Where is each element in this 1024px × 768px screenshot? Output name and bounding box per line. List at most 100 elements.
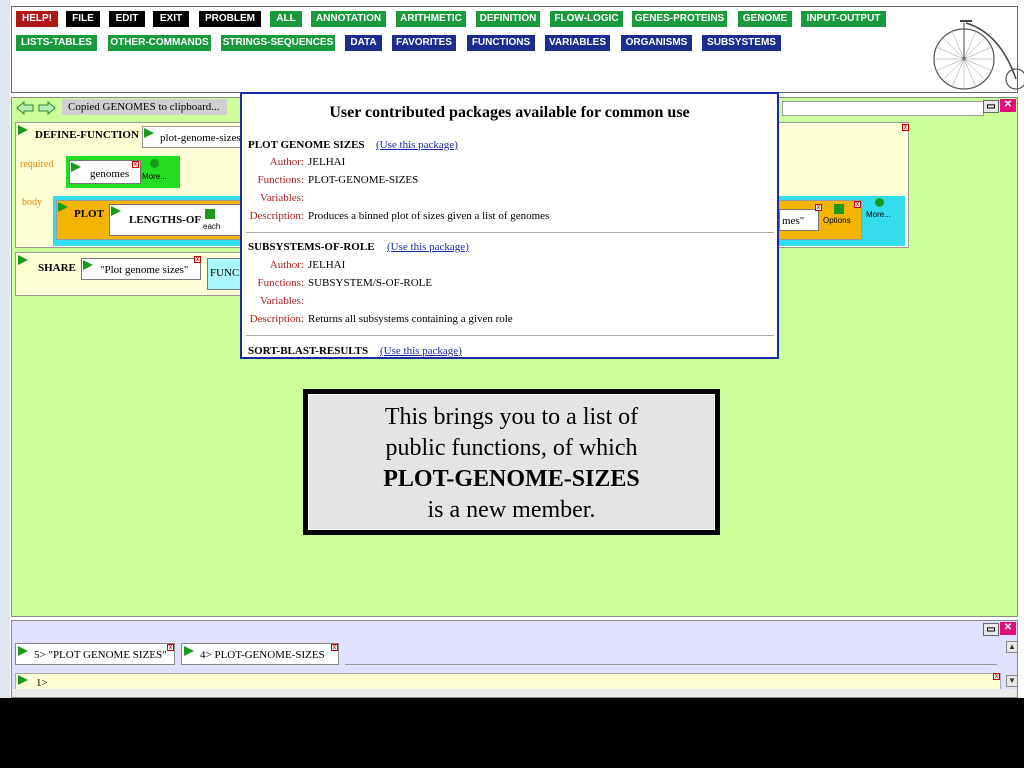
penny-farthing-bicycle-icon	[933, 20, 1024, 90]
genomes-param[interactable]: genomes x	[69, 160, 141, 184]
separator	[246, 335, 774, 336]
options-arrow-icon[interactable]	[834, 204, 844, 214]
more-circle-icon[interactable]	[875, 198, 884, 207]
green-flag-icon[interactable]	[18, 255, 28, 265]
delete-x-icon[interactable]: x	[167, 644, 174, 651]
popup-title: User contributed packages available for …	[329, 104, 690, 121]
delete-x-icon[interactable]: x	[815, 204, 822, 211]
variables-label: Variables:	[260, 192, 304, 204]
functions-button[interactable]: FUNCTIONS	[467, 35, 535, 51]
all-button[interactable]: ALL	[270, 11, 302, 27]
horizontal-scrollbar[interactable]	[12, 689, 1017, 697]
organisms-button[interactable]: ORGANISMS	[621, 35, 692, 51]
history-panel: ▭ ✕ 5> "PLOT GENOME SIZES" x 4> PLOT-GEN…	[11, 620, 1018, 698]
arrow-left-icon[interactable]	[16, 101, 34, 115]
functions-value: SUBSYSTEM/S-OF-ROLE	[308, 277, 433, 289]
flow-logic-button[interactable]: FLOW-LOGIC	[550, 11, 623, 27]
green-flag-icon	[111, 206, 121, 216]
problem-button[interactable]: PROBLEM	[199, 11, 261, 27]
genome-button[interactable]: GENOME	[738, 11, 792, 27]
data-button[interactable]: DATA	[345, 35, 382, 51]
share-value-box[interactable]: "Plot genome sizes"	[81, 258, 201, 280]
workspace-name-input[interactable]	[782, 101, 984, 116]
required-label: required	[20, 159, 54, 170]
function-name-box[interactable]: plot-genome-sizes	[142, 126, 252, 148]
history-item[interactable]: 5> "PLOT GENOME SIZES" x	[15, 643, 175, 665]
input-output-button[interactable]: INPUT-OUTPUT	[801, 11, 886, 27]
use-package-link[interactable]: (Use this package)	[387, 241, 469, 253]
scroll-up-icon[interactable]: ▲	[1006, 641, 1018, 653]
function-stub-label: FUNC	[210, 267, 240, 279]
scroll-down-icon[interactable]: ▼	[1006, 675, 1018, 687]
exit-button[interactable]: EXIT	[153, 11, 189, 27]
argument-tail: mes"	[782, 215, 805, 227]
callout-line: This brings you to a list of	[384, 404, 639, 430]
green-flag-icon	[18, 646, 28, 656]
history-item-label: 5> "PLOT GENOME SIZES"	[34, 649, 167, 661]
genomes-param-label: genomes	[90, 168, 130, 180]
genes-proteins-button[interactable]: GENES-PROTEINS	[632, 11, 727, 27]
green-flag-icon	[83, 260, 93, 270]
toolbar: HELP! FILE EDIT EXIT PROBLEM ALL ANNOTAT…	[11, 6, 1024, 93]
package-name: SORT-BLAST-RESULTS	[248, 345, 369, 357]
delete-x-icon[interactable]: x	[902, 124, 909, 131]
define-function-keyword: DEFINE-FUNCTION	[35, 129, 139, 141]
share-value: "Plot genome sizes"	[100, 264, 189, 276]
share-block[interactable]: SHARE "Plot genome sizes" x FUNC	[15, 252, 255, 296]
argument-box[interactable]: mes"	[779, 209, 819, 231]
variables-label: Variables:	[260, 295, 304, 307]
subsystems-button[interactable]: SUBSYSTEMS	[702, 35, 781, 51]
delete-x-icon[interactable]: x	[993, 673, 1000, 680]
each-arrow-icon[interactable]	[205, 209, 215, 219]
author-label: Author:	[269, 156, 304, 168]
help-button[interactable]: HELP!	[16, 11, 58, 27]
callout-line: is a new member.	[427, 497, 596, 523]
lengths-of-block[interactable]: LENGTHS-OF each	[109, 204, 245, 236]
history-divider	[345, 664, 997, 665]
history-item[interactable]: 4> PLOT-GENOME-SIZES x	[181, 643, 339, 665]
lists-tables-button[interactable]: LISTS-TABLES	[16, 35, 97, 51]
history-item-label: 4> PLOT-GENOME-SIZES	[200, 649, 325, 661]
delete-x-icon[interactable]: x	[132, 161, 139, 168]
file-button[interactable]: FILE	[66, 11, 100, 27]
package-name: SUBSYSTEMS-OF-ROLE	[248, 241, 375, 253]
edit-button[interactable]: EDIT	[109, 11, 145, 27]
description-label: Description:	[249, 313, 304, 325]
function-name: plot-genome-sizes	[160, 132, 241, 144]
callout-box: This brings you to a list of public func…	[303, 389, 720, 535]
author-label: Author:	[269, 259, 304, 271]
use-package-link[interactable]: (Use this package)	[380, 345, 462, 357]
definition-button[interactable]: DEFINITION	[476, 11, 540, 27]
left-edge-strip	[0, 0, 10, 698]
callout-inner: This brings you to a list of public func…	[308, 394, 715, 530]
delete-x-icon[interactable]: x	[331, 644, 338, 651]
packages-popup: User contributed packages available for …	[240, 92, 779, 359]
author-value: JELHAI	[308, 156, 346, 168]
use-package-link[interactable]: (Use this package)	[376, 139, 458, 151]
close-icon[interactable]: ✕	[1000, 99, 1016, 112]
favorites-button[interactable]: FAVORITES	[392, 35, 456, 51]
body-label: body	[22, 197, 42, 208]
minimize-icon[interactable]: ▭	[983, 623, 999, 636]
minimize-icon[interactable]: ▭	[983, 100, 999, 113]
other-commands-button[interactable]: OTHER-COMMANDS	[108, 35, 211, 51]
variables-button[interactable]: VARIABLES	[545, 35, 610, 51]
functions-label: Functions:	[257, 277, 304, 289]
more-label[interactable]: More...	[142, 172, 167, 181]
required-param-box[interactable]: genomes x More...	[66, 156, 180, 188]
green-flag-icon[interactable]	[18, 125, 28, 135]
delete-x-icon[interactable]: x	[194, 256, 201, 263]
more-label[interactable]: More...	[866, 210, 891, 219]
close-icon[interactable]: ✕	[1000, 622, 1016, 635]
green-flag-icon	[58, 202, 68, 212]
description-label: Description:	[249, 210, 304, 222]
each-label: each	[203, 222, 221, 231]
arrow-right-icon[interactable]	[38, 101, 56, 115]
options-label[interactable]: Options	[823, 216, 851, 225]
plot-keyword: PLOT	[74, 208, 104, 220]
arithmetic-button[interactable]: ARITHMETIC	[396, 11, 466, 27]
more-circle-icon[interactable]	[150, 159, 159, 168]
strings-sequences-button[interactable]: STRINGS-SEQUENCES	[221, 35, 335, 51]
delete-x-icon[interactable]: x	[854, 201, 861, 208]
annotation-button[interactable]: ANNOTATION	[311, 11, 386, 27]
